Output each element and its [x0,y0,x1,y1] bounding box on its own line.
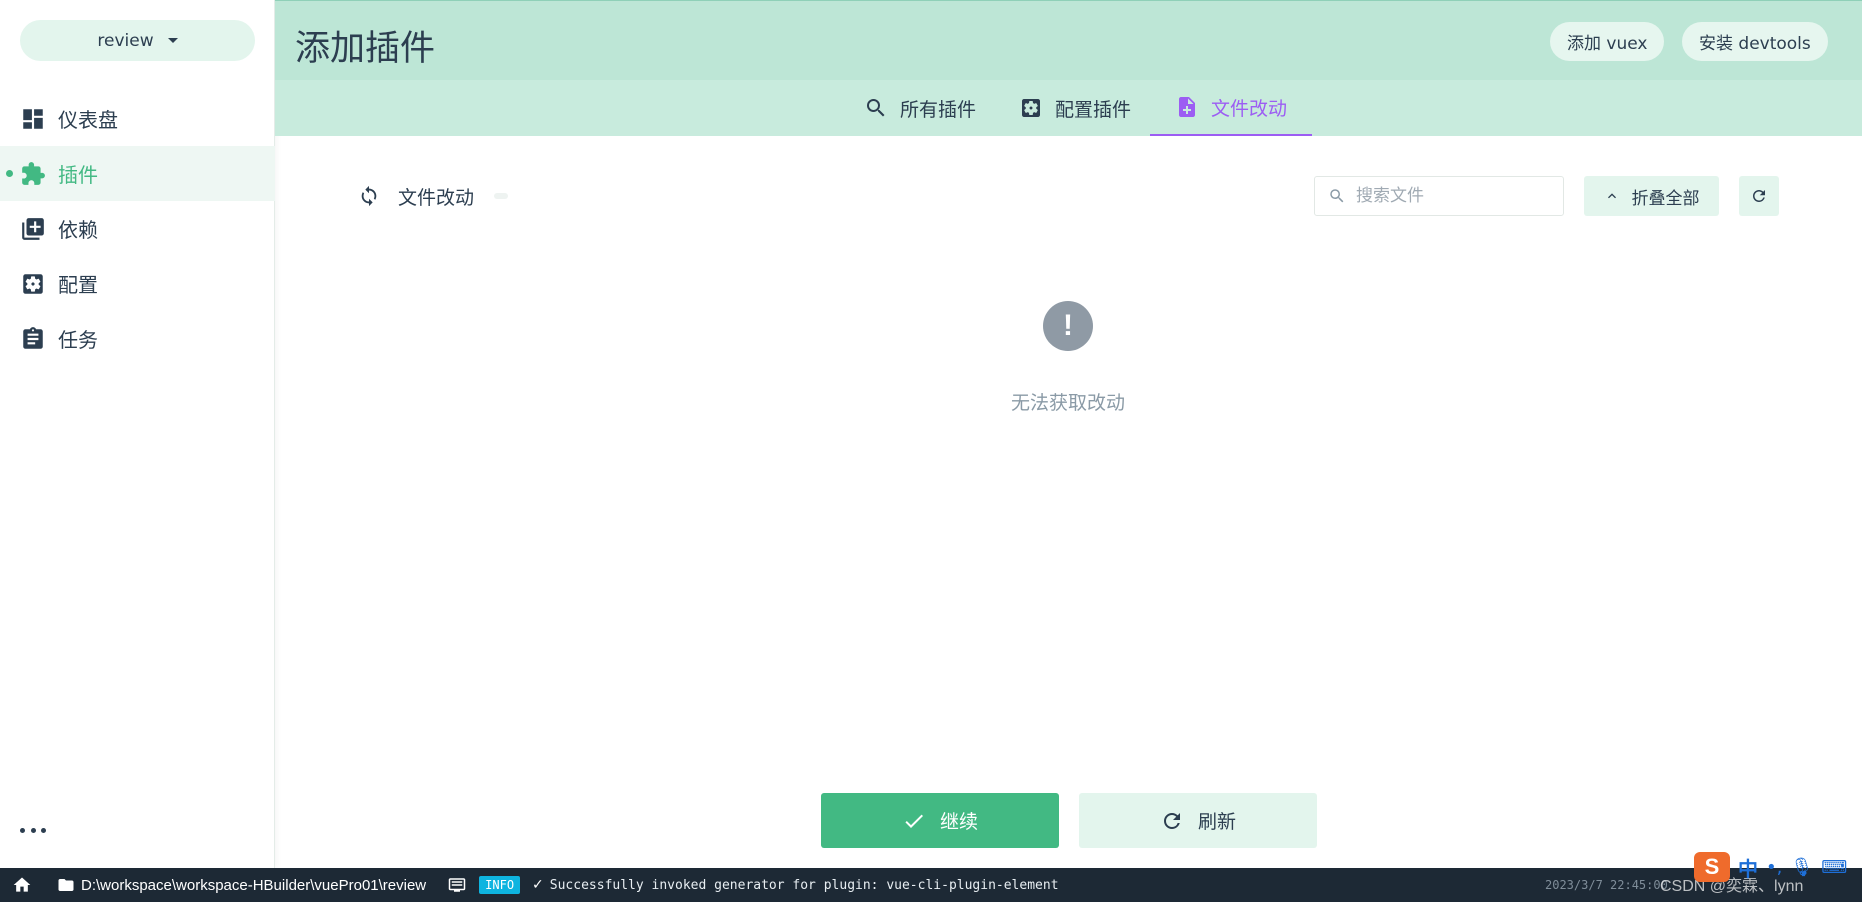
library-books-icon [20,216,46,242]
file-changes-toolbar: 文件改动 [358,180,509,212]
clipboard-icon [20,326,46,352]
sync-icon[interactable] [358,185,398,207]
status-message: Successfully invoked generator for plugi… [549,877,1059,893]
collapse-label: 折叠全部 [1631,188,1700,209]
sidebar-item-label: 仪表盘 [58,108,118,132]
search-icon [866,99,885,117]
settings-box-icon [20,271,46,297]
microphone-icon[interactable]: 🎙 [1790,857,1813,878]
check-icon [905,814,923,828]
refresh-label: 刷新 [1197,811,1236,833]
reload-button[interactable] [1739,176,1779,216]
success-check-icon: ✓ [532,877,544,893]
keyboard-icon[interactable]: ⌨ [1821,857,1847,878]
tab-configure-plugins[interactable]: 配置插件 [1000,80,1150,136]
file-plus-icon [1178,97,1195,117]
sidebar-item-configuration[interactable]: 配置 [0,256,275,311]
sidebar-item-label: 任务 [58,328,98,352]
sidebar-nav: 仪表盘 插件 依赖 配置 任务 [0,91,275,366]
change-count-badge [494,193,509,199]
search-icon [1330,189,1344,203]
console-log-icon[interactable] [446,876,468,894]
add-vuex-button[interactable]: 添加 vuex [1550,22,1665,61]
sidebar-item-dependencies[interactable]: 依赖 [0,201,275,256]
install-devtools-button[interactable]: 安装 devtools [1682,22,1828,61]
sidebar-item-label: 插件 [58,163,98,187]
tab-label: 所有插件 [899,98,976,121]
more-icon[interactable] [20,820,46,840]
section-title: 文件改动 [398,186,475,209]
settings-box-icon [1021,99,1040,117]
tab-file-changes[interactable]: 文件改动 [1150,80,1312,136]
tab-label: 配置插件 [1054,98,1131,121]
home-icon[interactable] [11,875,33,895]
exclamation-circle-icon: ! [1043,301,1093,351]
sidebar-item-plugins[interactable]: 插件 [0,146,275,201]
project-path: D:\workspace\workspace-HBuilder\vuePro01… [81,876,427,894]
tab-label: 文件改动 [1210,97,1287,120]
sidebar: review 仪表盘 插件 依赖 配置 任务 [0,0,275,868]
project-folder-link[interactable]: D:\workspace\workspace-HBuilder\vuePro01… [55,876,426,894]
page-header: 添加插件 添加 vuex 安装 devtools [275,0,1862,80]
file-search[interactable] [1314,176,1564,216]
sogou-logo-icon[interactable]: S [1694,852,1730,882]
tab-bar: 所有插件 配置插件 文件改动 [275,80,1862,136]
chevron-up-icon [1607,193,1616,199]
empty-state-message: 无法获取改动 [1010,392,1125,414]
ime-language-toggle[interactable]: 中 [1738,853,1758,882]
punctuation-icon[interactable]: •, [1766,857,1782,878]
refresh-icon [1753,190,1765,202]
status-timestamp: 2023/3/7 22:45:00 [1545,878,1668,892]
chevron-down-icon [167,38,178,43]
collapse-all-button[interactable]: 折叠全部 [1584,176,1719,216]
continue-button[interactable]: 继续 [821,793,1059,848]
folder-icon [58,879,74,891]
continue-label: 继续 [939,811,978,833]
sidebar-item-label: 配置 [58,273,98,297]
sidebar-item-dashboard[interactable]: 仪表盘 [0,91,275,146]
refresh-button[interactable]: 刷新 [1079,793,1317,848]
refresh-icon [1163,812,1180,829]
project-name: review [97,30,154,51]
status-bar: D:\workspace\workspace-HBuilder\vuePro01… [0,868,1862,902]
sidebar-item-tasks[interactable]: 任务 [0,311,275,366]
ime-toolbar: S 中 •, 🎙 ⌨ [1694,852,1847,882]
project-selector[interactable]: review [20,20,255,61]
sidebar-item-label: 依赖 [58,218,98,242]
puzzle-icon [20,161,46,187]
log-level-badge: INFO [479,876,521,894]
page-title: 添加插件 [295,29,436,69]
search-input[interactable] [1356,186,1546,206]
tab-all-plugins[interactable]: 所有插件 [840,80,1000,136]
dashboard-icon [20,106,46,132]
